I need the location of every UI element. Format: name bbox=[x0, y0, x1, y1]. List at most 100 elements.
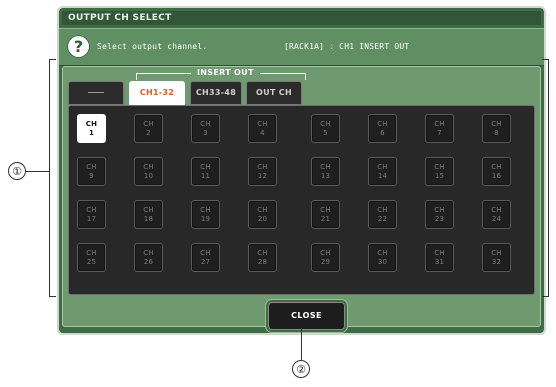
channel-prefix: CH bbox=[491, 120, 502, 128]
channel-button-3[interactable]: CH 3 bbox=[191, 114, 220, 143]
channel-number: 4 bbox=[260, 129, 265, 137]
callout-1-line bbox=[26, 171, 49, 172]
channel-button-17[interactable]: CH 17 bbox=[77, 200, 106, 229]
channel-button-24[interactable]: CH 24 bbox=[482, 200, 511, 229]
channel-button-12[interactable]: CH 12 bbox=[248, 157, 277, 186]
channel-number: 5 bbox=[323, 129, 328, 137]
channel-button-8[interactable]: CH 8 bbox=[482, 114, 511, 143]
callout-1-bracket-right bbox=[542, 59, 549, 297]
channel-prefix: CH bbox=[377, 120, 388, 128]
insert-out-label: INSERT OUT bbox=[191, 67, 260, 78]
channel-prefix: CH bbox=[377, 249, 388, 257]
channel-button-14[interactable]: CH 14 bbox=[368, 157, 397, 186]
channel-number: 14 bbox=[377, 172, 388, 180]
channel-prefix: CH bbox=[377, 163, 388, 171]
channel-button-19[interactable]: CH 19 bbox=[191, 200, 220, 229]
channel-prefix: CH bbox=[200, 163, 211, 171]
channel-button-1[interactable]: CH 1 bbox=[77, 114, 106, 143]
channel-prefix: CH bbox=[491, 206, 502, 214]
channel-button-28[interactable]: CH 28 bbox=[248, 243, 277, 272]
tab-ch1-32[interactable]: CH1-32 bbox=[129, 81, 185, 105]
channel-button-21[interactable]: CH 21 bbox=[311, 200, 340, 229]
callout-2-line bbox=[301, 328, 302, 360]
channel-prefix: CH bbox=[85, 120, 98, 128]
channel-button-30[interactable]: CH 30 bbox=[368, 243, 397, 272]
instruction-text: Select output channel. bbox=[97, 42, 208, 51]
channel-button-27[interactable]: CH 27 bbox=[191, 243, 220, 272]
tab-out-ch[interactable]: OUT CH bbox=[246, 81, 302, 105]
channel-number: 26 bbox=[143, 258, 154, 266]
channel-prefix: CH bbox=[491, 163, 502, 171]
channel-number: 2 bbox=[146, 129, 151, 137]
channel-prefix: CH bbox=[143, 249, 154, 257]
channel-prefix: CH bbox=[143, 163, 154, 171]
channel-prefix: CH bbox=[143, 206, 154, 214]
dash-icon bbox=[88, 92, 104, 93]
channel-number: 3 bbox=[203, 129, 208, 137]
channel-button-6[interactable]: CH 6 bbox=[368, 114, 397, 143]
channel-button-2[interactable]: CH 2 bbox=[134, 114, 163, 143]
tab-ch33-48[interactable]: CH33-48 bbox=[190, 81, 242, 105]
channel-button-25[interactable]: CH 25 bbox=[77, 243, 106, 272]
channel-number: 8 bbox=[494, 129, 499, 137]
channel-number: 30 bbox=[377, 258, 388, 266]
channel-prefix: CH bbox=[257, 163, 268, 171]
close-button[interactable]: CLOSE bbox=[268, 302, 345, 330]
channel-number: 9 bbox=[89, 172, 94, 180]
tab-blank[interactable] bbox=[68, 81, 124, 105]
help-icon[interactable]: ? bbox=[67, 35, 90, 58]
channel-number: 24 bbox=[491, 215, 502, 223]
channel-button-31[interactable]: CH 31 bbox=[425, 243, 454, 272]
channel-button-16[interactable]: CH 16 bbox=[482, 157, 511, 186]
channel-button-15[interactable]: CH 15 bbox=[425, 157, 454, 186]
channel-number: 20 bbox=[257, 215, 268, 223]
channel-prefix: CH bbox=[434, 206, 445, 214]
channel-button-26[interactable]: CH 26 bbox=[134, 243, 163, 272]
channel-number: 29 bbox=[320, 258, 331, 266]
channel-button-9[interactable]: CH 9 bbox=[77, 157, 106, 186]
channel-number: 7 bbox=[437, 129, 442, 137]
channel-prefix: CH bbox=[200, 249, 211, 257]
channel-number: 12 bbox=[257, 172, 268, 180]
channel-prefix: CH bbox=[200, 206, 211, 214]
channel-button-22[interactable]: CH 22 bbox=[368, 200, 397, 229]
channel-number: 27 bbox=[200, 258, 211, 266]
channel-button-4[interactable]: CH 4 bbox=[248, 114, 277, 143]
channel-button-23[interactable]: CH 23 bbox=[425, 200, 454, 229]
channel-button-32[interactable]: CH 32 bbox=[482, 243, 511, 272]
channel-number: 10 bbox=[143, 172, 154, 180]
channel-prefix: CH bbox=[257, 120, 268, 128]
channel-button-11[interactable]: CH 11 bbox=[191, 157, 220, 186]
channel-prefix: CH bbox=[320, 163, 331, 171]
channel-number: 22 bbox=[377, 215, 388, 223]
channel-prefix: CH bbox=[434, 163, 445, 171]
channel-prefix: CH bbox=[491, 249, 502, 257]
channel-prefix: CH bbox=[86, 163, 97, 171]
callout-1-bracket-left bbox=[49, 59, 56, 297]
channel-number: 23 bbox=[434, 215, 445, 223]
channel-prefix: CH bbox=[86, 206, 97, 214]
channel-prefix: CH bbox=[434, 249, 445, 257]
channel-number: 1 bbox=[88, 129, 95, 137]
message-bar: ? Select output channel. [RACK1A] : CH1 … bbox=[59, 28, 544, 66]
channel-button-29[interactable]: CH 29 bbox=[311, 243, 340, 272]
channel-number: 13 bbox=[320, 172, 331, 180]
channel-prefix: CH bbox=[86, 249, 97, 257]
channel-button-13[interactable]: CH 13 bbox=[311, 157, 340, 186]
channel-button-18[interactable]: CH 18 bbox=[134, 200, 163, 229]
channel-prefix: CH bbox=[257, 206, 268, 214]
channel-number: 17 bbox=[86, 215, 97, 223]
selection-panel: INSERT OUT CH1-32 CH33-48 OUT CH CH 1 CH 2 CH 3… bbox=[62, 66, 541, 330]
channel-number: 6 bbox=[380, 129, 385, 137]
channel-button-5[interactable]: CH 5 bbox=[311, 114, 340, 143]
channel-number: 25 bbox=[86, 258, 97, 266]
channel-number: 11 bbox=[200, 172, 211, 180]
channel-number: 15 bbox=[434, 172, 445, 180]
dialog-title: OUTPUT CH SELECT bbox=[62, 11, 541, 25]
channel-button-10[interactable]: CH 10 bbox=[134, 157, 163, 186]
channel-prefix: CH bbox=[434, 120, 445, 128]
channel-button-20[interactable]: CH 20 bbox=[248, 200, 277, 229]
channel-button-7[interactable]: CH 7 bbox=[425, 114, 454, 143]
channel-prefix: CH bbox=[377, 206, 388, 214]
channel-number: 21 bbox=[320, 215, 331, 223]
